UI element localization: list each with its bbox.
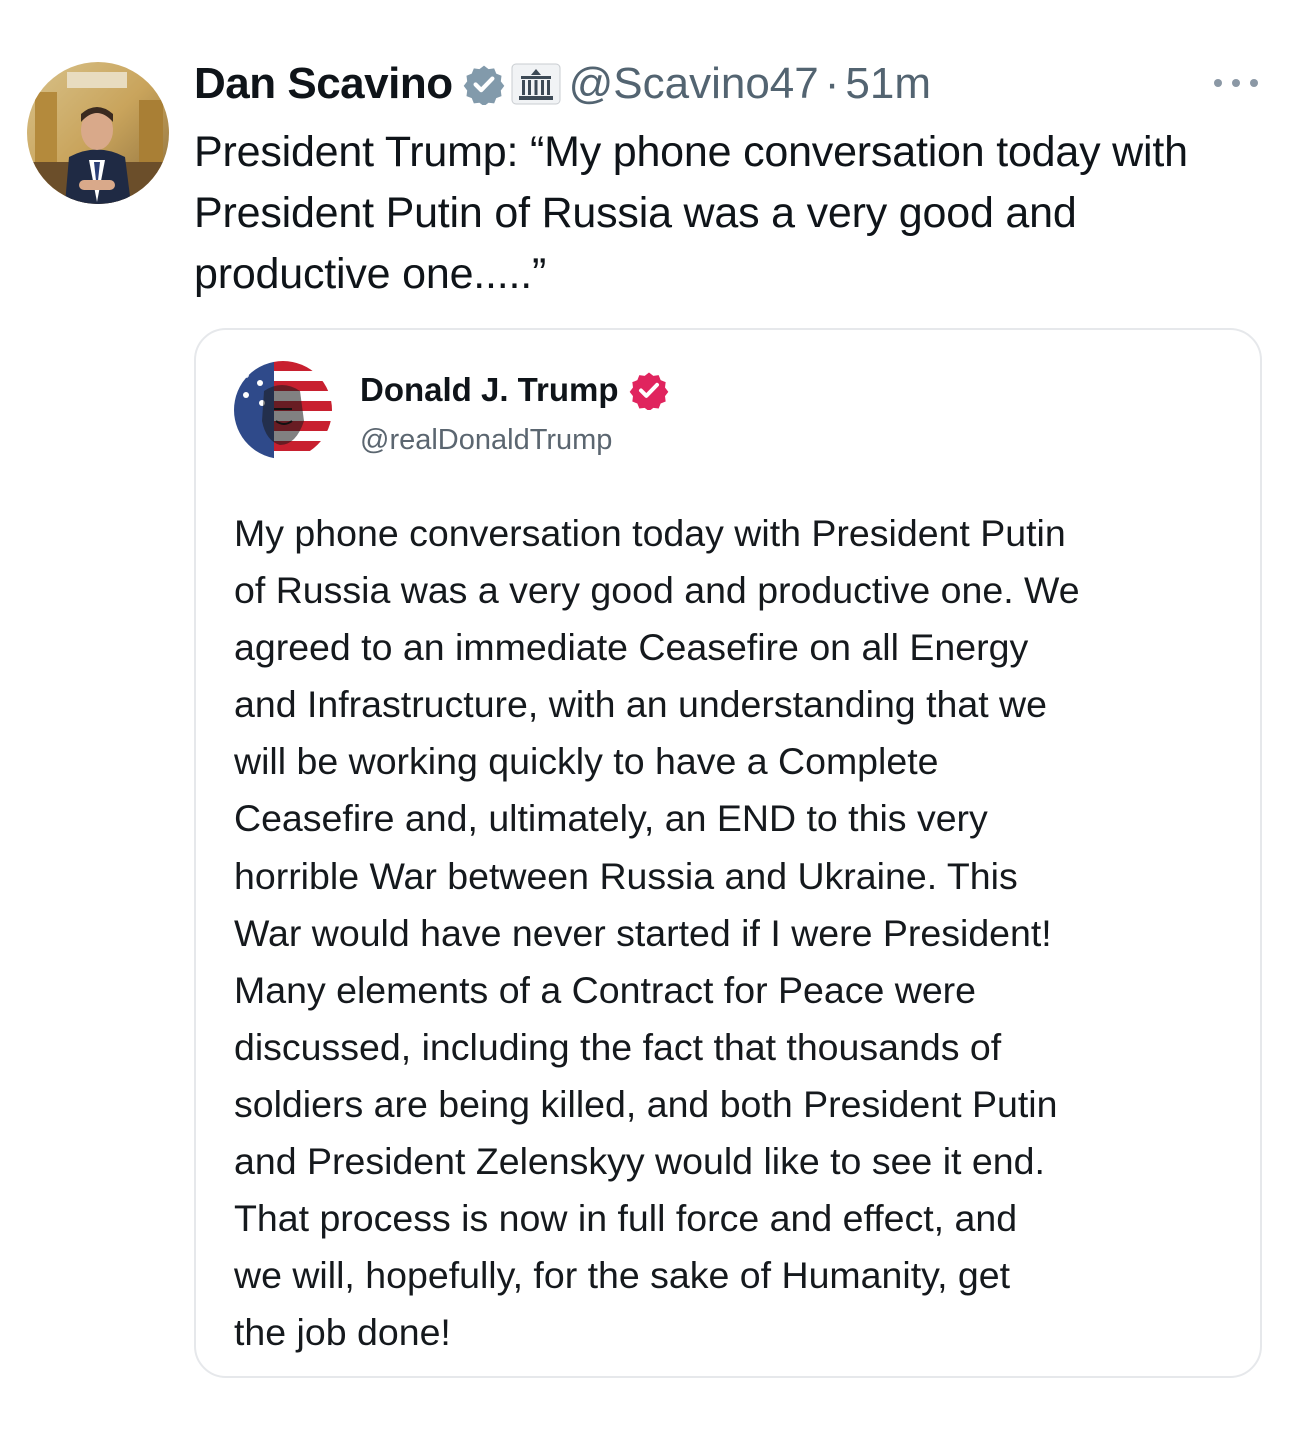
quoted-text-line: discussed, including the fact that thous… bbox=[234, 1025, 1002, 1068]
quoted-text-line: agreed to an immediate Ceasefire on all … bbox=[234, 626, 1029, 669]
quoted-text-line: soldiers are being killed, and both Pres… bbox=[234, 1082, 1058, 1125]
author-handle[interactable]: @Scavino47 bbox=[569, 58, 819, 110]
quoted-text-line: War would have never started if I were P… bbox=[234, 911, 1052, 954]
timestamp[interactable]: 51m bbox=[845, 58, 931, 110]
quoted-text-line: the job done! bbox=[234, 1311, 451, 1354]
quoted-text-line: will be working quickly to have a Comple… bbox=[234, 740, 939, 783]
quoted-author-name[interactable]: Donald J. Trump bbox=[360, 370, 619, 410]
tweet-text: President Trump: “My phone conversation … bbox=[194, 128, 1188, 298]
verified-badge-icon bbox=[629, 370, 669, 412]
more-horizontal-icon[interactable] bbox=[1206, 62, 1266, 102]
author-avatar[interactable] bbox=[27, 62, 169, 204]
quoted-text-line: and President Zelenskyy would like to se… bbox=[234, 1140, 1045, 1183]
government-building-icon bbox=[511, 63, 561, 105]
quoted-author-handle[interactable]: @realDonaldTrump bbox=[360, 422, 612, 458]
quoted-text-line: horrible War between Russia and Ukraine.… bbox=[234, 854, 1018, 897]
quoted-author-avatar[interactable] bbox=[234, 361, 332, 459]
author-name[interactable]: Dan Scavino bbox=[194, 58, 453, 110]
tweet-header: Dan Scavino @Scavino47 · 51m bbox=[194, 58, 931, 110]
quoted-post-text: My phone conversation today with Preside… bbox=[234, 505, 1244, 1361]
separator-dot: · bbox=[824, 59, 840, 108]
quoted-text-line: My phone conversation today with Preside… bbox=[234, 512, 1066, 554]
verified-badge-icon bbox=[463, 63, 505, 107]
quoted-text-line: of Russia was a very good and productive… bbox=[234, 569, 1080, 612]
quoted-text-line: That process is now in full force and ef… bbox=[234, 1197, 1018, 1240]
quoted-text-line: and Infrastructure, with an understandin… bbox=[234, 683, 1047, 726]
quoted-text-line: Many elements of a Contract for Peace we… bbox=[234, 968, 977, 1011]
quoted-text-line: we will, hopefully, for the sake of Huma… bbox=[234, 1254, 1011, 1297]
quoted-text-line: Ceasefire and, ultimately, an END to thi… bbox=[234, 797, 988, 840]
quoted-post-card[interactable]: Donald J. Trump @realDonaldTrump My phon… bbox=[194, 328, 1262, 1378]
quoted-author-name-row: Donald J. Trump bbox=[360, 370, 669, 412]
